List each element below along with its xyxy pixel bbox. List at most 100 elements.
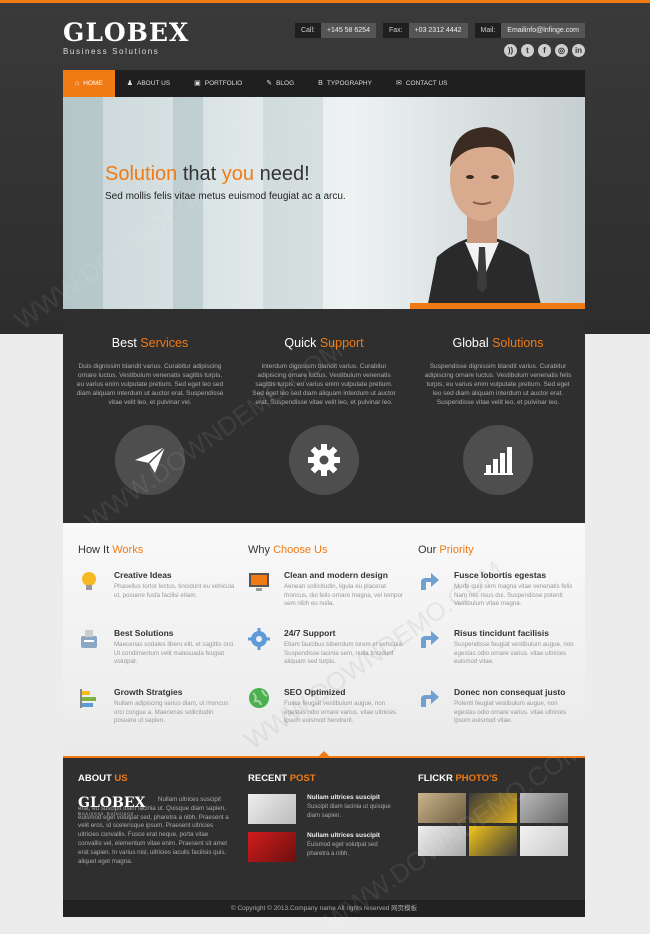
contact-fax: Fax: +03 2312 4442	[382, 23, 468, 38]
rss-icon[interactable]: ))	[504, 44, 517, 57]
column-title: How It Works	[78, 544, 233, 556]
nav-typography[interactable]: B TYPOGRAPHY	[306, 70, 384, 97]
footer-title-part: PHOTO'S	[455, 773, 498, 784]
feature-circle[interactable]	[463, 425, 533, 495]
feature-best-services: Best Services Duis dignissim blandit var…	[63, 309, 237, 495]
feature-circle[interactable]	[115, 425, 185, 495]
feature-title: Global Solutions	[411, 336, 585, 350]
dribbble-icon[interactable]: ◎	[555, 44, 568, 57]
nav-label: BLOG	[276, 80, 295, 87]
nav-blog[interactable]: ✎ BLOG	[254, 70, 306, 97]
footer-about: ABOUT US Nullam ultrices suscipit erat, …	[78, 758, 233, 865]
growth-chart-icon	[80, 689, 96, 708]
lightbulb-icon	[82, 572, 96, 590]
pencil-icon: ✎	[266, 80, 273, 87]
gear-icon	[308, 444, 340, 476]
flickr-photo[interactable]	[520, 793, 568, 823]
column-why-choose-us: Why Choose Us Clean and modern design Ae…	[233, 523, 404, 724]
column-title-part: Why	[248, 544, 274, 556]
column-title: Our Priority	[418, 544, 573, 556]
nav-about-us[interactable]: ♟ ABOUT US	[115, 70, 182, 97]
footer-logo-name: GLOBEX	[78, 795, 146, 811]
item-title: Growth Stratgies	[114, 687, 183, 697]
bold-icon: B	[318, 80, 323, 87]
footer-logo[interactable]: GLOBEX Business Solutions	[78, 795, 146, 817]
nav-label: ABOUT US	[137, 80, 171, 87]
post-thumbnail[interactable]	[248, 794, 296, 824]
post-title[interactable]: Nullam ultrices suscipit	[307, 794, 380, 801]
flickr-gallery	[418, 793, 568, 856]
logo-tagline: Business Solutions	[63, 47, 160, 56]
social-links: )) t f ◎ in	[504, 44, 585, 57]
feature-title-part: Best	[111, 336, 141, 350]
home-icon: ⌂	[75, 80, 80, 87]
divider-arrow	[319, 751, 329, 756]
item-title: SEO Optimized	[284, 687, 346, 697]
paper-plane-icon	[135, 446, 166, 473]
item-text: Potenti feugiat vestibulum augue, non eg…	[454, 700, 567, 724]
feature-title: Best Services	[63, 336, 237, 350]
hero-title: Solution that you need!	[105, 163, 310, 186]
nav-portfolio[interactable]: ▣ PORTFOLIO	[182, 70, 254, 97]
flickr-photo[interactable]	[469, 826, 517, 856]
mail-value[interactable]: Emailinfo@lnfinge.com	[501, 23, 585, 38]
nav-label: TYPOGRAPHY	[326, 80, 372, 87]
feature-circle[interactable]	[289, 425, 359, 495]
footer: ABOUT US Nullam ultrices suscipit erat, …	[63, 758, 585, 900]
item-text: Fusce feugiat vestibulum augue, non eges…	[284, 700, 397, 724]
businessman-image	[427, 127, 542, 309]
copyright-bar: © Copyright © 2013.Company name All righ…	[63, 900, 585, 917]
nav-home[interactable]: ⌂ HOME	[63, 70, 115, 97]
item-text: Etiam faucibus bibendum lorem et vehicul…	[284, 641, 404, 665]
column-our-priority: Our Priority Fusce lobortis egestas Morb…	[403, 523, 574, 724]
logo-name: GLOBEX	[63, 18, 190, 47]
column-how-it-works: How It Works Creative Ideas Phasellus to…	[63, 523, 235, 724]
twitter-icon[interactable]: t	[521, 44, 534, 57]
footer-title: FLICKR PHOTO'S	[418, 773, 578, 784]
globe-icon	[249, 688, 269, 708]
features-section: Best Services Duis dignissim blandit var…	[63, 309, 585, 523]
hero-background-shape	[173, 97, 203, 309]
flickr-photo[interactable]	[469, 793, 517, 823]
nav-label: HOME	[83, 80, 103, 87]
flickr-photo[interactable]	[520, 826, 568, 856]
mail-icon: ✉	[395, 80, 402, 87]
column-title-part: Our	[418, 544, 440, 556]
usb-drive-icon	[81, 630, 97, 648]
flickr-photo[interactable]	[418, 793, 466, 823]
item-title: Risus tincidunt facilisis	[454, 628, 549, 638]
footer-title-part: US	[114, 773, 128, 784]
feature-title-part: Global	[452, 336, 493, 350]
linkedin-icon[interactable]: in	[572, 44, 585, 57]
site-logo[interactable]: GLOBEX Business Solutions	[63, 18, 190, 57]
contact-call: Call: +145 58 6254	[294, 23, 376, 38]
nav-label: CONTACT US	[405, 80, 448, 87]
post-thumbnail[interactable]	[248, 832, 296, 862]
hero-title-part: that	[177, 163, 222, 185]
hero-title-part: Solution	[105, 163, 178, 185]
monitor-icon	[249, 573, 269, 591]
post-title[interactable]: Nullam ultrices suscipit	[307, 832, 380, 839]
hero-title-part: you	[221, 163, 255, 185]
fax-label: Fax:	[382, 23, 409, 38]
mail-label: Mail:	[474, 23, 502, 38]
contact-mail[interactable]: Mail: Emailinfo@lnfinge.com	[474, 23, 585, 38]
flickr-photo[interactable]	[418, 826, 466, 856]
item-title: Creative Ideas	[114, 570, 172, 580]
contact-info: Call: +145 58 6254 Fax: +03 2312 4442 Mail…	[294, 23, 585, 38]
nav-label: PORTFOLIO	[204, 80, 243, 87]
user-icon: ♟	[126, 80, 134, 87]
feature-title-part: Support	[319, 336, 364, 350]
facebook-icon[interactable]: f	[538, 44, 551, 57]
nav-contact-us[interactable]: ✉ CONTACT US	[384, 70, 460, 97]
feature-title-part: Services	[140, 336, 189, 350]
post-text: Euismod eget volutpat sed pharetra a nib…	[307, 842, 378, 857]
footer-logo-tagline: Business Solutions	[78, 811, 135, 816]
column-title-part: How It	[78, 544, 113, 556]
forward-arrow-icon	[421, 573, 439, 590]
hero-title-part: need!	[254, 163, 310, 185]
column-title: Why Choose Us	[248, 544, 403, 556]
call-value: +145 58 6254	[320, 23, 376, 38]
footer-title: RECENT POST	[248, 773, 408, 784]
footer-title-part: ABOUT	[78, 773, 115, 784]
